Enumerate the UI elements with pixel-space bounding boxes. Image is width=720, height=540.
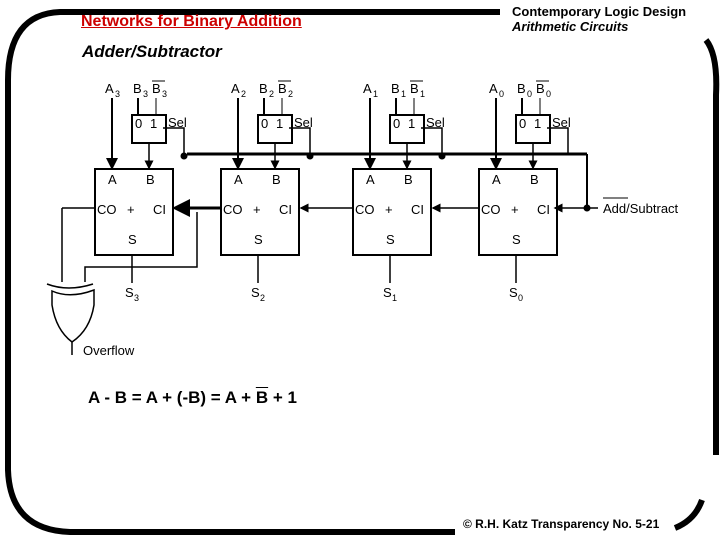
bbar-input-sub: 2 [288, 89, 293, 99]
adder-ci-label: CI [411, 202, 424, 217]
adder-b-label: B [146, 172, 155, 187]
adder-subtractor-circuit: A 3 B 3 B 30 1 SelA BCO + CISS 3A 2 B 2 B 20 1 SelA BCO + CIS… [46, 80, 679, 358]
b-input-label: B [133, 81, 142, 96]
mux-in0-label: 0 [135, 116, 142, 131]
sum-output-label: S [383, 285, 392, 300]
bbar-input-label: B [536, 81, 545, 96]
bbar-input-sub: 1 [420, 89, 425, 99]
add-subtract-label: Add/Subtract [603, 201, 679, 216]
sum-output-sub: 3 [134, 293, 139, 303]
sel-junction [180, 152, 188, 160]
equation-part2: + 1 [268, 388, 297, 407]
adder-plus-label: + [385, 202, 393, 217]
bbar-input-label: B [410, 81, 419, 96]
mux-in0-label: 0 [519, 116, 526, 131]
adder-s-label: S [254, 232, 263, 247]
adder-a-label: A [366, 172, 375, 187]
mux-in0-label: 0 [393, 116, 400, 131]
sum-output-label: S [509, 285, 518, 300]
adder-s-label: S [386, 232, 395, 247]
equation-b-complement: B [255, 388, 269, 407]
b-input-label: B [517, 81, 526, 96]
adder-b-label: B [530, 172, 539, 187]
b-input-sub: 2 [269, 89, 274, 99]
xor-gate [51, 288, 95, 343]
bbar-input-label: B [278, 81, 287, 96]
b-input-label: B [259, 81, 268, 96]
adder-b-label: B [404, 172, 413, 187]
a-input-label: A [363, 81, 372, 96]
adder-a-label: A [108, 172, 117, 187]
adder-co-label: CO [355, 202, 375, 217]
subtraction-equation: A - B = A + (-B) = A + B + 1 [88, 388, 297, 408]
adder-co-label: CO [223, 202, 243, 217]
adder-a-label: A [234, 172, 243, 187]
mux-in1-label: 1 [276, 116, 283, 131]
adder-s-label: S [512, 232, 521, 247]
a-input-sub: 2 [241, 89, 246, 99]
sum-output-sub: 0 [518, 293, 523, 303]
b-input-sub: 1 [401, 89, 406, 99]
equation-part1: A - B = A + (-B) = A + [88, 388, 256, 407]
sum-output-label: S [125, 285, 134, 300]
adder-plus-label: + [253, 202, 261, 217]
sum-output-sub: 2 [260, 293, 265, 303]
bbar-input-sub: 0 [546, 89, 551, 99]
b-input-sub: 3 [143, 89, 148, 99]
b-input-sub: 0 [527, 89, 532, 99]
overflow-label: Overflow [83, 343, 135, 358]
a-input-label: A [489, 81, 498, 96]
mux-in1-label: 1 [150, 116, 157, 131]
adder-b-label: B [272, 172, 281, 187]
stage-2: A 1 B 1 B 10 1 SelA BCO + CISS 1 [352, 80, 479, 303]
a-input-sub: 1 [373, 89, 378, 99]
adder-co-label: CO [97, 202, 117, 217]
bbar-input-label: B [152, 81, 161, 96]
mux-in1-label: 1 [534, 116, 541, 131]
adder-ci-label: CI [153, 202, 166, 217]
adder-co-label: CO [481, 202, 501, 217]
adder-ci-label: CI [279, 202, 292, 217]
stage-1: A 2 B 2 B 20 1 SelA BCO + CISS 2 [220, 80, 353, 303]
sum-output-label: S [251, 285, 260, 300]
xor-back-arc [46, 283, 94, 289]
a-input-sub: 0 [499, 89, 504, 99]
sum-output-sub: 1 [392, 293, 397, 303]
adder-a-label: A [492, 172, 501, 187]
a-input-label: A [105, 81, 114, 96]
adder-plus-label: + [127, 202, 135, 217]
adder-plus-label: + [511, 202, 519, 217]
stage-0: A 3 B 3 B 30 1 SelA BCO + CISS 3 [94, 80, 221, 303]
a-input-sub: 3 [115, 89, 120, 99]
a-input-label: A [231, 81, 240, 96]
b-input-label: B [391, 81, 400, 96]
mux-in1-label: 1 [408, 116, 415, 131]
footer-credit: © R.H. Katz Transparency No. 5-21 [463, 517, 660, 531]
bbar-input-sub: 3 [162, 89, 167, 99]
stage-3: A 0 B 0 B 00 1 SelA BCO + CISS 0 [478, 80, 571, 303]
adder-s-label: S [128, 232, 137, 247]
mux-in0-label: 0 [261, 116, 268, 131]
adder-ci-label: CI [537, 202, 550, 217]
junction-dot [583, 204, 591, 212]
